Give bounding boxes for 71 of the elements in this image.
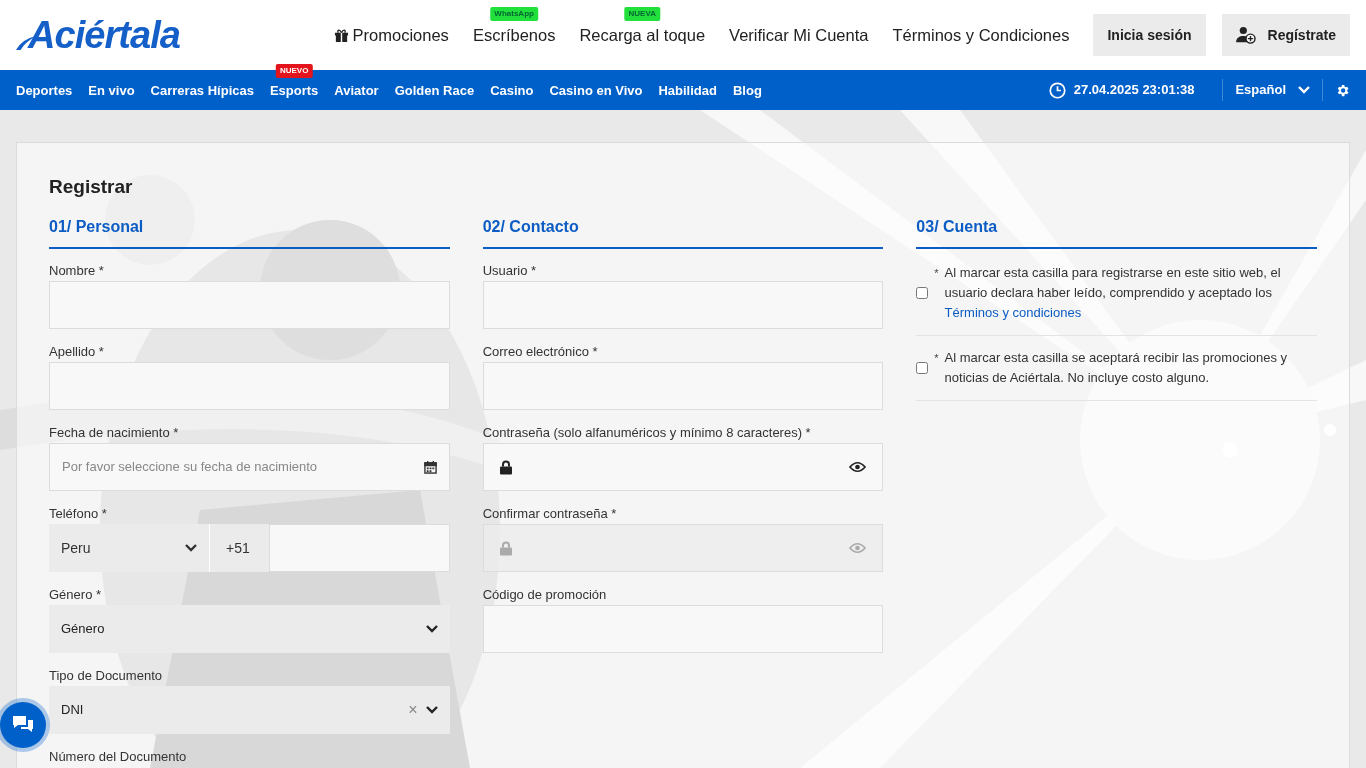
checkbox[interactable] xyxy=(916,287,929,299)
clear-icon[interactable]: × xyxy=(408,698,418,722)
calendar-icon xyxy=(423,460,437,474)
field-label: Teléfono * xyxy=(49,506,108,522)
field-label: Contraseña (solo alfanuméricos y mínimo 8 caracteres) * xyxy=(482,425,812,441)
consent-text: Al marcar esta casilla se aceptará recibir las promociones y noticias de Aciértala. No incluye costo alguno. xyxy=(944,349,1289,387)
date-field[interactable]: Por favor seleccione su fecha de nacimiento xyxy=(49,443,450,491)
required-mark: * xyxy=(934,351,939,366)
nav-link[interactable]: Casino en Vivo xyxy=(549,83,643,98)
input-field[interactable] xyxy=(49,281,450,329)
lock-icon xyxy=(499,540,512,556)
chevron-icon xyxy=(425,706,438,714)
language-select[interactable]: Español xyxy=(1223,70,1322,110)
phone-field[interactable] xyxy=(269,524,450,572)
consent-text: Al marcar esta casilla para registrarse en este sitio web, el usuario declara haber leído, comprendido y aceptado los Términos y condiciones xyxy=(944,264,1282,322)
country-code: +51 xyxy=(210,524,269,572)
date-time: 27.04.2025 23:01:38 xyxy=(1073,81,1195,100)
country-select[interactable]: Peru xyxy=(49,524,209,572)
nav-link[interactable]: Blog xyxy=(732,83,762,98)
gift-icon xyxy=(333,27,349,43)
input-field[interactable] xyxy=(482,362,884,410)
field-label: Fecha de nacimiento * xyxy=(49,425,180,441)
badge: WhatsApp xyxy=(490,6,538,21)
chevron-icon xyxy=(185,544,197,552)
field-label: Código de promoción xyxy=(482,587,608,603)
section-heading: 03/ Cuenta xyxy=(916,217,1317,249)
clock-icon xyxy=(1048,81,1066,99)
chevron-icon xyxy=(425,625,438,633)
nav-link[interactable]: Habilidad xyxy=(658,83,717,98)
eye-icon[interactable] xyxy=(849,461,867,473)
password-field[interactable] xyxy=(482,443,884,491)
nav-link[interactable]: Carreras Hípicas xyxy=(150,83,254,98)
settings-icon[interactable] xyxy=(1335,82,1350,98)
input-field[interactable] xyxy=(49,362,450,410)
field-label: Apellido * xyxy=(49,344,105,360)
section-heading: 02/ Contacto xyxy=(482,217,884,249)
required-mark: * xyxy=(934,266,939,281)
header-link[interactable]: Escríbenos xyxy=(472,22,556,48)
field-label: Número del Documento xyxy=(49,749,188,765)
section-heading: 01/ Personal xyxy=(49,217,450,249)
nav-link[interactable]: En vivo xyxy=(88,83,135,98)
login-button[interactable]: Inicia sesión xyxy=(1093,14,1206,56)
field-label: Usuario * xyxy=(482,263,538,279)
select-field[interactable]: Género xyxy=(49,605,450,653)
select-field[interactable]: DNI × xyxy=(49,686,450,734)
nav-link[interactable]: Golden Race xyxy=(394,83,475,98)
nav-link[interactable]: Deportes xyxy=(16,83,73,98)
header-link[interactable]: Términos y Condiciones xyxy=(892,22,1070,48)
header-link[interactable]: Recarga al toque xyxy=(579,22,706,48)
add-user-icon xyxy=(1235,26,1256,44)
lock-icon xyxy=(499,459,512,475)
badge: NUEVA xyxy=(624,6,660,21)
field-label: Nombre * xyxy=(49,263,105,279)
nav-link[interactable]: Casino xyxy=(490,83,534,98)
chevron-icon xyxy=(1298,86,1310,94)
input-field[interactable] xyxy=(482,605,884,653)
header-link[interactable]: Verificar Mi Cuenta xyxy=(729,22,869,48)
header-link[interactable]: Promociones xyxy=(333,22,449,48)
field-label: Confirmar contraseña * xyxy=(482,506,618,522)
field-label: Correo electrónico * xyxy=(482,344,599,360)
field-label: Tipo de Documento xyxy=(49,668,163,684)
field-label: Género * xyxy=(49,587,103,603)
form-title: Registrar xyxy=(49,175,134,199)
checkbox[interactable] xyxy=(916,362,929,374)
nav-link[interactable]: Esports xyxy=(269,83,319,98)
logo[interactable]: Aciértala xyxy=(28,16,180,54)
badge: NUEVO xyxy=(275,64,313,78)
nav-link[interactable]: Aviator xyxy=(334,83,379,98)
register-button[interactable]: Regístrate xyxy=(1221,14,1350,56)
terms-link[interactable]: Términos y condiciones xyxy=(944,305,1082,320)
input-field[interactable] xyxy=(482,281,884,329)
